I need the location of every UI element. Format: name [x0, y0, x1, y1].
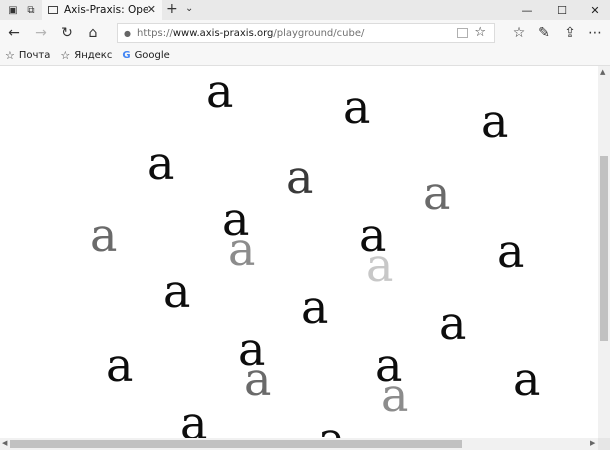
web-note-icon[interactable]: ✎ [535, 24, 553, 42]
vertical-scroll-thumb[interactable] [600, 156, 608, 341]
home-button[interactable]: ⌂ [84, 24, 102, 42]
refresh-button[interactable]: ↻ [58, 24, 76, 42]
favorite-label: Яндекс [74, 50, 113, 61]
url-protocol: https:// [136, 27, 173, 39]
tab-close-icon[interactable]: ✕ [147, 3, 156, 16]
favorite-yandex[interactable]: ☆ Яндекс [60, 49, 112, 62]
google-icon: G [122, 50, 131, 61]
glyph-a: a [381, 368, 409, 422]
glyph-a: a [343, 80, 371, 134]
close-window-button[interactable]: ✕ [580, 0, 610, 20]
back-button[interactable]: ← [5, 24, 23, 42]
minimize-button[interactable]: — [512, 0, 542, 20]
glyph-a: a [286, 150, 314, 204]
star-outline-icon: ☆ [60, 49, 71, 62]
favorites-hub-icon[interactable]: ☆ [510, 24, 528, 42]
scroll-left-icon[interactable]: ◀ [2, 439, 7, 447]
favorite-pochta[interactable]: ☆ Почта [5, 49, 50, 62]
scroll-up-icon[interactable]: ▲ [600, 68, 605, 76]
page-content: a a a a a a a a a a a a a a a a a a a a … [0, 66, 598, 438]
glyph-a: a [180, 396, 208, 438]
glyph-a: a [513, 352, 541, 406]
more-icon[interactable]: ⋯ [586, 24, 604, 42]
horizontal-scrollbar[interactable]: ◀ ▶ [0, 438, 610, 450]
glyph-a: a [244, 352, 272, 406]
tab-title: Axis-Praxis: OpenType v [64, 4, 148, 16]
add-favorite-icon[interactable]: ☆ [474, 25, 486, 40]
url-path: /playground/cube/ [273, 27, 365, 39]
glyph-a: a [163, 264, 191, 318]
star-outline-icon: ☆ [5, 49, 15, 62]
tab-preview-icon[interactable]: ▣ [5, 2, 21, 18]
url-host: www.axis-praxis.org [172, 27, 274, 39]
maximize-button[interactable]: ☐ [547, 0, 577, 20]
forward-button[interactable]: → [32, 24, 50, 42]
vertical-scrollbar[interactable]: ▲ [598, 66, 610, 438]
glyph-a: a [439, 296, 467, 350]
glyph-a: a [228, 222, 256, 276]
glyph-a: a [106, 338, 134, 392]
set-tabs-aside-icon[interactable]: ⧉ [23, 2, 39, 18]
address-bar[interactable]: ● https://www.axis-praxis.org/playground… [117, 23, 495, 43]
favorite-label: Почта [18, 50, 51, 61]
lock-icon: ● [124, 28, 131, 38]
glyph-a: a [301, 280, 329, 334]
favorites-bar: ☆ Почта ☆ Яндекс G Google [0, 46, 610, 66]
glyph-a: a [147, 136, 175, 190]
glyph-a: a [318, 416, 345, 438]
scrollbar-corner [598, 438, 610, 450]
favorite-google[interactable]: G Google [122, 50, 169, 61]
navigation-bar: ← → ↻ ⌂ ● https://www.axis-praxis.org/pl… [0, 20, 610, 46]
favorite-label: Google [134, 50, 170, 61]
glyph-a: a [423, 166, 451, 220]
scroll-right-icon[interactable]: ▶ [590, 439, 595, 447]
glyph-a: a [366, 238, 394, 292]
reading-view-icon[interactable] [457, 28, 468, 38]
glyph-a: a [497, 224, 525, 278]
glyph-a: a [206, 66, 234, 118]
share-icon[interactable]: ⇪ [561, 24, 579, 42]
horizontal-scroll-thumb[interactable] [10, 440, 462, 448]
tab-bar: ▣ ⧉ Axis-Praxis: OpenType v ✕ + ⌄ — ☐ ✕ [0, 0, 610, 20]
page-icon [48, 6, 58, 14]
glyph-a: a [481, 94, 509, 148]
tab-axis-praxis[interactable]: Axis-Praxis: OpenType v ✕ [42, 0, 162, 20]
tab-list-chevron-icon[interactable]: ⌄ [185, 3, 193, 14]
url-text[interactable]: https://www.axis-praxis.org/playground/c… [137, 28, 364, 39]
glyph-a: a [90, 208, 118, 262]
new-tab-button[interactable]: + [166, 1, 178, 17]
